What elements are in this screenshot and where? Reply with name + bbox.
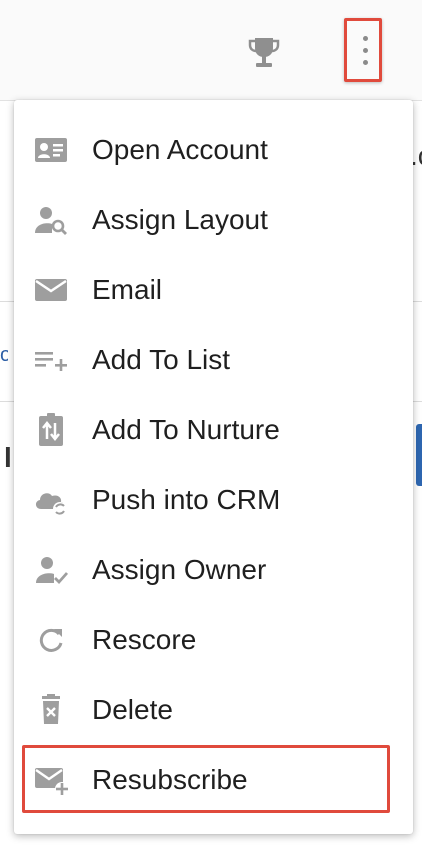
contact-card-icon bbox=[35, 138, 67, 162]
list-add-icon bbox=[35, 352, 67, 371]
person-check-icon bbox=[36, 557, 69, 585]
more-options-button[interactable] bbox=[344, 18, 382, 82]
actions-dropdown-menu: Open Account Assign Layout Email Add To … bbox=[14, 100, 413, 834]
refresh-icon bbox=[39, 628, 63, 652]
envelope-icon bbox=[35, 279, 67, 301]
menu-item-email[interactable]: Email bbox=[14, 255, 413, 325]
menu-item-label: Assign Owner bbox=[92, 554, 267, 585]
menu-item-label: Rescore bbox=[92, 624, 197, 655]
person-search-icon bbox=[35, 207, 67, 235]
menu-item-label: Push into CRM bbox=[92, 484, 281, 515]
top-toolbar bbox=[0, 0, 422, 101]
trash-icon bbox=[42, 694, 60, 724]
menu-item-rescore[interactable]: Rescore bbox=[14, 605, 413, 675]
resubscribe-highlight-box bbox=[22, 745, 390, 813]
trophy-icon[interactable] bbox=[247, 34, 281, 70]
menu-item-add-to-list[interactable]: Add To List bbox=[14, 325, 413, 395]
menu-item-label: Assign Layout bbox=[92, 204, 268, 235]
menu-item-label: Email bbox=[92, 274, 163, 305]
kebab-dot-icon bbox=[363, 60, 368, 65]
menu-item-label: Open Account bbox=[92, 134, 268, 165]
menu-item-label: Add To List bbox=[92, 344, 231, 375]
kebab-dot-icon bbox=[363, 48, 368, 53]
menu-item-assign-layout[interactable]: Assign Layout bbox=[14, 185, 413, 255]
cloud-sync-icon bbox=[35, 493, 67, 516]
background-text-fragment: l bbox=[4, 442, 12, 473]
menu-item-assign-owner[interactable]: Assign Owner bbox=[14, 535, 413, 605]
background-link-fragment[interactable]: oc bbox=[0, 344, 8, 364]
menu-item-add-to-nurture[interactable]: Add To Nurture bbox=[14, 395, 413, 465]
background-blue-button[interactable] bbox=[416, 424, 422, 486]
menu-item-label: Add To Nurture bbox=[92, 414, 280, 445]
kebab-dot-icon bbox=[363, 36, 368, 41]
menu-item-label: Delete bbox=[92, 694, 173, 725]
menu-item-push-into-crm[interactable]: Push into CRM bbox=[14, 465, 413, 535]
menu-item-open-account[interactable]: Open Account bbox=[14, 115, 413, 185]
nurture-icon bbox=[39, 413, 63, 446]
menu-item-delete[interactable]: Delete bbox=[14, 675, 413, 745]
